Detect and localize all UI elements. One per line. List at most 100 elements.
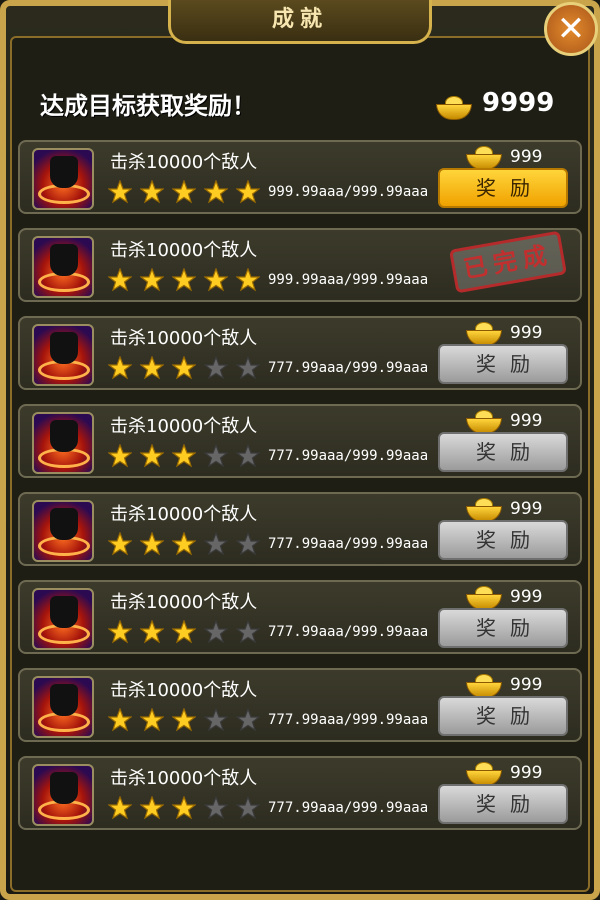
star-empty-icon — [236, 532, 260, 556]
gold-ingot-icon — [466, 410, 502, 434]
star-empty-icon — [204, 356, 228, 380]
star-empty-icon — [204, 532, 228, 556]
star-empty-icon — [204, 708, 228, 732]
reward: 999 — [466, 322, 543, 346]
star-filled-icon — [108, 708, 132, 732]
star-filled-icon — [140, 356, 164, 380]
achievement-row: 击杀10000个敌人 777.99aaa/999.99aaa 999 奖励 — [18, 492, 582, 566]
reward-value: 999 — [510, 763, 543, 783]
star-filled-icon — [108, 268, 132, 292]
achievement-row: 击杀10000个敌人 777.99aaa/999.99aaa 999 奖励 — [18, 404, 582, 478]
achievement-name: 击杀10000个敌人 — [110, 152, 258, 173]
star-filled-icon — [140, 180, 164, 204]
star-empty-icon — [236, 796, 260, 820]
achievement-name: 击杀10000个敌人 — [110, 240, 258, 261]
achievement-row: 击杀10000个敌人 777.99aaa/999.99aaa 999 奖励 — [18, 580, 582, 654]
achievement-name: 击杀10000个敌人 — [110, 504, 258, 525]
reward-value: 999 — [510, 587, 543, 607]
achievement-row: 击杀10000个敌人 999.99aaa/999.99aaa 已完成 — [18, 228, 582, 302]
star-filled-icon — [172, 180, 196, 204]
header-text: 达成目标获取奖励！ — [40, 92, 256, 120]
gold-ingot-icon — [466, 674, 502, 698]
star-filled-icon — [236, 180, 260, 204]
star-filled-icon — [172, 268, 196, 292]
reward: 999 — [466, 586, 543, 610]
achievement-name: 击杀10000个敌人 — [110, 680, 258, 701]
completed-stamp: 已完成 — [449, 230, 567, 294]
star-filled-icon — [140, 796, 164, 820]
achievement-name: 击杀10000个敌人 — [110, 416, 258, 437]
star-empty-icon — [236, 708, 260, 732]
gold-ingot-icon — [466, 586, 502, 610]
achievement-icon — [32, 412, 94, 474]
achievement-name: 击杀10000个敌人 — [110, 768, 258, 789]
achievement-row: 击杀10000个敌人 999.99aaa/999.99aaa 999 奖励 — [18, 140, 582, 214]
star-filled-icon — [140, 444, 164, 468]
achievement-icon — [32, 324, 94, 386]
star-filled-icon — [204, 180, 228, 204]
claim-reward-button[interactable]: 奖励 — [438, 696, 568, 736]
star-filled-icon — [108, 444, 132, 468]
achievement-row: 击杀10000个敌人 777.99aaa/999.99aaa 999 奖励 — [18, 316, 582, 390]
star-rating — [108, 180, 268, 204]
star-rating — [108, 268, 268, 292]
achievement-list[interactable]: 击杀10000个敌人 999.99aaa/999.99aaa 999 奖励 击杀1000… — [18, 140, 582, 844]
star-empty-icon — [236, 620, 260, 644]
achievement-icon — [32, 500, 94, 562]
progress-text: 777.99aaa/999.99aaa — [268, 360, 429, 376]
gold-ingot-icon — [466, 498, 502, 522]
gold-ingot-icon — [466, 146, 502, 170]
achievement-icon — [32, 764, 94, 826]
star-filled-icon — [172, 708, 196, 732]
achievement-icon — [32, 588, 94, 650]
claim-reward-button[interactable]: 奖励 — [438, 608, 568, 648]
star-filled-icon — [140, 268, 164, 292]
reward: 999 — [466, 674, 543, 698]
star-rating — [108, 532, 268, 556]
gold-ingot-icon — [466, 762, 502, 786]
star-empty-icon — [204, 620, 228, 644]
star-empty-icon — [204, 796, 228, 820]
header-gold-value: 9999 — [482, 88, 555, 118]
star-filled-icon — [140, 620, 164, 644]
star-filled-icon — [140, 532, 164, 556]
star-filled-icon — [204, 268, 228, 292]
star-empty-icon — [236, 444, 260, 468]
star-filled-icon — [108, 356, 132, 380]
gold-ingot-icon — [436, 92, 472, 122]
star-filled-icon — [172, 620, 196, 644]
star-rating — [108, 708, 268, 732]
achievement-icon — [32, 148, 94, 210]
reward: 999 — [466, 146, 543, 170]
star-filled-icon — [172, 796, 196, 820]
reward-value: 999 — [510, 147, 543, 167]
achievement-row: 击杀10000个敌人 777.99aaa/999.99aaa 999 奖励 — [18, 668, 582, 742]
reward: 999 — [466, 410, 543, 434]
achievement-icon — [32, 236, 94, 298]
star-empty-icon — [204, 444, 228, 468]
reward: 999 — [466, 762, 543, 786]
progress-text: 777.99aaa/999.99aaa — [268, 536, 429, 552]
close-button[interactable]: ✕ — [544, 2, 598, 56]
progress-text: 777.99aaa/999.99aaa — [268, 448, 429, 464]
reward: 999 — [466, 498, 542, 522]
claim-reward-button[interactable]: 奖励 — [438, 520, 568, 560]
close-icon: ✕ — [556, 9, 586, 49]
star-filled-icon — [236, 268, 260, 292]
progress-text: 777.99aaa/999.99aaa — [268, 800, 429, 816]
claim-reward-button[interactable]: 奖励 — [438, 344, 568, 384]
progress-text: 777.99aaa/999.99aaa — [268, 624, 429, 640]
claim-reward-button[interactable]: 奖励 — [438, 432, 568, 472]
star-filled-icon — [172, 444, 196, 468]
achievement-row: 击杀10000个敌人 777.99aaa/999.99aaa 999 奖励 — [18, 756, 582, 830]
claim-reward-button[interactable]: 奖励 — [438, 168, 568, 208]
star-filled-icon — [108, 532, 132, 556]
window-title: 成就 — [168, 0, 432, 44]
star-rating — [108, 444, 268, 468]
reward-value: 999 — [510, 323, 543, 343]
star-filled-icon — [172, 356, 196, 380]
achievement-name: 击杀10000个敌人 — [110, 328, 258, 349]
reward-value: 999 — [510, 411, 543, 431]
claim-reward-button[interactable]: 奖励 — [438, 784, 568, 824]
reward-value: 999 — [510, 675, 543, 695]
